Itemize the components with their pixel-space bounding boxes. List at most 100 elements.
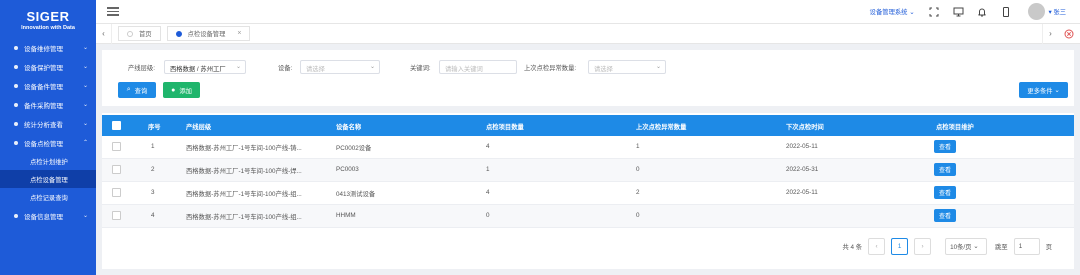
tab-home[interactable]: 首页 — [118, 26, 161, 41]
more-conditions-label: 更多条件 — [1027, 87, 1053, 95]
next-page-button[interactable]: › — [914, 237, 932, 255]
close-icon[interactable]: × — [237, 30, 241, 37]
cell-abnormal: 2 — [636, 189, 640, 196]
logo: SIGER Innovation with Data — [0, 0, 96, 38]
sidebar: SIGER Innovation with Data 设备维修管理 ⌄ 设备保护管… — [0, 0, 96, 275]
menu-dot-icon — [14, 64, 18, 69]
cell-no: 2 — [151, 166, 155, 173]
cell-items: 4 — [486, 189, 490, 196]
sidebar-item-label: 设备备件管理 — [24, 83, 63, 91]
sidebar-item-maintenance[interactable]: 设备保护管理 ⌄ — [0, 57, 96, 76]
view-button[interactable]: 查看 — [934, 209, 956, 222]
line-level-value: 西格数据 / 苏州工厂 — [170, 66, 226, 73]
tabs-next-button[interactable]: › — [1042, 23, 1058, 44]
sidebar-item-spare-parts[interactable]: 设备备件管理 ⌄ — [0, 76, 96, 95]
tab-device-management[interactable]: 点检设备管理 × — [166, 26, 251, 41]
cell-abnormal: 1 — [636, 143, 640, 150]
tab-label: 点检设备管理 — [187, 31, 226, 38]
sidebar-subitem-device-management[interactable]: 点检设备管理 — [0, 170, 96, 188]
brand-tagline: Innovation with Data — [21, 25, 75, 31]
page-unit-label: 页 — [1045, 243, 1052, 251]
sidebar-subitem-records[interactable]: 点检记录查询 — [0, 188, 96, 206]
cell-items: 0 — [486, 212, 490, 219]
tab-dot-icon — [127, 30, 133, 37]
col-items: 点检项目数量 — [486, 124, 524, 131]
total-count: 共 4 条 — [842, 243, 863, 251]
chevron-down-icon: ⌄ — [82, 45, 88, 51]
fullscreen-icon[interactable] — [928, 6, 940, 18]
search-icon: ⌕ — [126, 86, 131, 93]
add-button[interactable]: ● 添加 — [163, 82, 200, 98]
brand-name: SIGER — [26, 9, 70, 24]
page-size-select[interactable]: 10条/页 ⌄ — [945, 237, 988, 255]
view-button[interactable]: 查看 — [934, 140, 956, 153]
cell-device: 0413测试设备 — [336, 191, 376, 198]
page-button-current[interactable]: 1 — [891, 237, 909, 255]
system-select[interactable]: 设备管理系统 ⌄ — [870, 7, 915, 16]
row-checkbox[interactable] — [112, 188, 121, 197]
col-line: 产线层级 — [186, 124, 212, 131]
tabs-prev-button[interactable]: ‹ — [96, 23, 112, 44]
cell-next-time: 2022-05-11 — [786, 189, 818, 196]
col-device: 设备名称 — [336, 124, 362, 131]
col-abnormal: 上次点检异常数量 — [636, 124, 687, 131]
chevron-down-icon: ⌄ — [82, 83, 88, 89]
menu-toggle-icon[interactable] — [107, 5, 119, 17]
select-all-checkbox[interactable] — [112, 121, 121, 130]
device-select[interactable]: 请选择 ⌄ — [300, 60, 380, 74]
pagination: 共 4 条 ‹ 1 › 10条/页 ⌄ 跳至 1 页 — [842, 237, 1052, 255]
cell-no: 3 — [151, 189, 155, 196]
monitor-icon[interactable] — [952, 6, 964, 18]
cell-abnormal: 0 — [636, 212, 640, 219]
cell-line: 西格数据-苏州工厂-1号车间-100产线-组... — [186, 214, 302, 221]
sidebar-subitem-plan[interactable]: 点检计划维护 — [0, 152, 96, 170]
chevron-down-icon: ⌄ — [655, 64, 661, 70]
cell-items: 4 — [486, 143, 490, 150]
view-button[interactable]: 查看 — [934, 163, 956, 176]
table-row: 3 西格数据-苏州工厂-1号车间-100产线-组... 0413测试设备 4 2… — [102, 182, 1074, 205]
cell-items: 1 — [486, 166, 490, 173]
chevron-up-icon: ⌃ — [82, 140, 88, 146]
table-row: 4 西格数据-苏州工厂-1号车间-100产线-组... HHMM 0 0 查看 — [102, 205, 1074, 228]
sidebar-item-label: 设备点检管理 — [24, 140, 63, 148]
query-button[interactable]: ⌕ 查询 — [118, 82, 156, 98]
sidebar-item-label: 统计分析查看 — [24, 121, 63, 129]
line-level-select[interactable]: 西格数据 / 苏州工厂 ⌄ — [164, 60, 246, 74]
sidebar-item-purchasing[interactable]: 备件采购管理 ⌄ — [0, 95, 96, 114]
table-row: 1 西格数据-苏州工厂-1号车间-100产线-铸... PC0002设备 4 1… — [102, 136, 1074, 159]
filter-panel: 产线层级: 西格数据 / 苏州工厂 ⌄ 设备: 请选择 ⌄ 关键词: 请输入关键词 … — [102, 50, 1074, 106]
col-maintain: 点检项目维护 — [936, 124, 974, 131]
query-button-label: 查询 — [134, 87, 148, 95]
view-button[interactable]: 查看 — [934, 186, 956, 199]
prev-page-button[interactable]: ‹ — [868, 237, 886, 255]
tab-dot-icon — [175, 30, 182, 37]
more-conditions-button[interactable]: 更多条件 ⌄ — [1019, 82, 1068, 98]
abnormal-count-select[interactable]: 请选择 ⌄ — [588, 60, 666, 74]
keyword-input[interactable]: 请输入关键词 — [439, 60, 517, 74]
sidebar-item-inspection[interactable]: 设备点检管理 ⌃ — [0, 133, 96, 152]
chevron-down-icon: ⌄ — [82, 102, 88, 108]
col-no: 序号 — [148, 124, 161, 131]
row-checkbox[interactable] — [112, 211, 121, 220]
sidebar-item-label: 备件采购管理 — [24, 102, 63, 110]
avatar[interactable] — [1028, 3, 1046, 20]
goto-page-input[interactable]: 1 — [1013, 237, 1040, 255]
cell-line: 西格数据-苏州工厂-1号车间-100产线-组... — [186, 191, 302, 198]
row-checkbox[interactable] — [112, 165, 121, 174]
mobile-icon[interactable] — [1000, 6, 1012, 18]
sidebar-item-statistics[interactable]: 统计分析查看 ⌄ — [0, 114, 96, 133]
bell-icon[interactable] — [976, 6, 988, 18]
cell-device: HHMM — [336, 212, 356, 219]
cell-no: 4 — [151, 212, 155, 219]
sidebar-item-label: 设备维修管理 — [24, 45, 63, 53]
menu-dot-icon — [14, 121, 18, 126]
close-all-tabs-icon[interactable] — [1062, 27, 1076, 41]
row-checkbox[interactable] — [112, 142, 121, 151]
chevron-down-icon: ⌄ — [235, 64, 241, 70]
keyword-label: 关键词: — [410, 65, 431, 72]
user-menu[interactable]: ▾ 张三 — [1048, 7, 1066, 16]
menu-dot-icon — [14, 45, 18, 50]
sidebar-item-repair[interactable]: 设备维修管理 ⌄ — [0, 38, 96, 57]
sidebar-item-device-info[interactable]: 设备信息管理 ⌄ — [0, 206, 96, 225]
chevron-down-icon: ⌄ — [369, 64, 375, 70]
